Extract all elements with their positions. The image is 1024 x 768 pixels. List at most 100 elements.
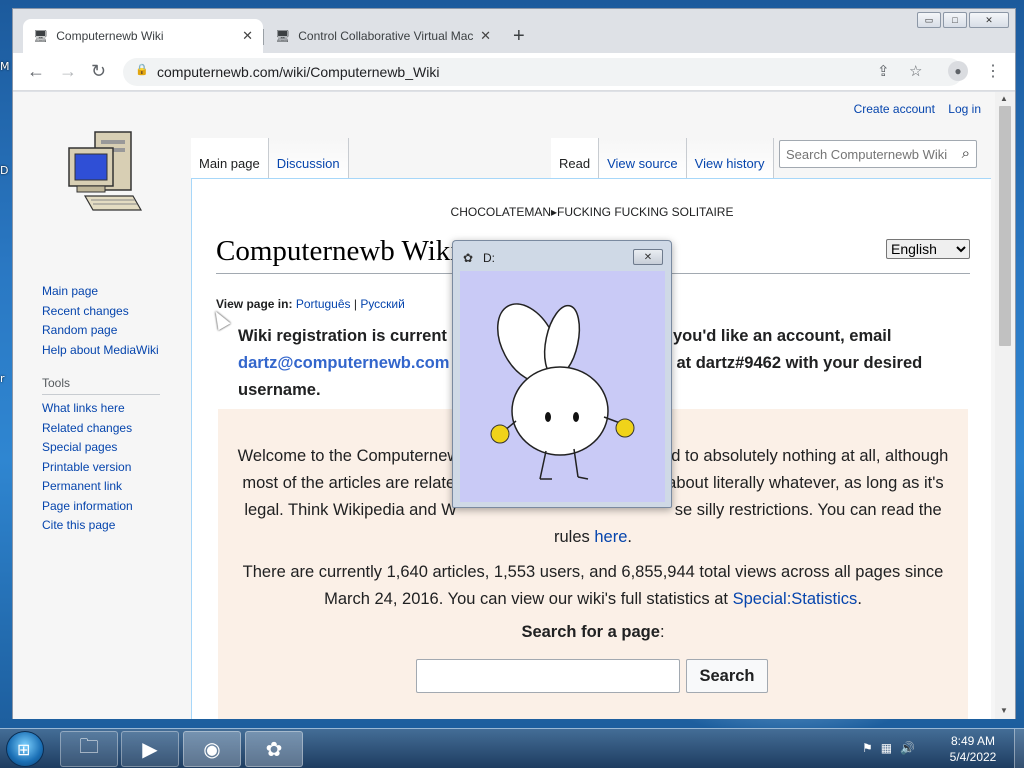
page-search-button[interactable]: Search	[686, 659, 768, 693]
clock-time: 8:49 AM	[950, 734, 996, 748]
reg-text: username.	[238, 381, 321, 399]
favicon-icon: 🖥	[33, 29, 49, 43]
favicon-icon: 🖥	[275, 29, 291, 43]
reg-text: f you'd like an account, email	[662, 327, 892, 345]
welcome-text: most of the articles are relate	[242, 474, 456, 492]
sidebar-item-what-links-here[interactable]: What links here	[42, 399, 192, 419]
tab-view-history[interactable]: View history	[686, 138, 774, 178]
tab-computernewb-wiki[interactable]: 🖥 Computernewb Wiki ✕	[23, 19, 263, 53]
popup-close-button[interactable]: ✕	[633, 249, 663, 265]
scroll-thumb[interactable]	[999, 106, 1011, 346]
volume-icon[interactable]: 🔊	[900, 741, 915, 755]
page-title: Computernewb Wiki	[216, 235, 459, 267]
email-link[interactable]: dartz@computernewb.com	[238, 354, 449, 372]
popup-content	[460, 271, 665, 502]
bunny-icon	[490, 303, 635, 480]
url-text[interactable]: computernewb.com/wiki/Computernewb_Wiki	[157, 64, 439, 80]
page-scrollbar[interactable]: ▲ ▼	[995, 92, 1015, 719]
taskbar: ⊞ 🗀 ▶ ◉ ✿ ⚑ ▦ 🔊 8:49 AM 5/4/2022	[0, 728, 1024, 768]
tab-title: Control Collaborative Virtual Mac	[298, 29, 474, 43]
popup-window[interactable]: ✿ D: ✕	[452, 240, 672, 508]
search-icon[interactable]: ⌕	[962, 145, 970, 162]
lang-link-russian[interactable]: Русский	[360, 297, 405, 311]
sidebar-item-printable-version[interactable]: Printable version	[42, 458, 192, 478]
reload-icon[interactable]: ↻	[91, 61, 106, 82]
tab-control-collaborative[interactable]: 🖥 Control Collaborative Virtual Mac ✕	[265, 19, 501, 53]
tab-view-source[interactable]: View source	[599, 138, 687, 178]
windows-logo-icon: ⊞	[17, 742, 31, 759]
sidebar: Main page Recent changes Random page Hel…	[42, 282, 192, 536]
create-account-link[interactable]: Create account	[854, 102, 935, 116]
stats-text: .	[857, 590, 862, 608]
profile-avatar-icon[interactable]: ●	[948, 61, 968, 81]
view-page-in-label: View page in:	[216, 297, 293, 311]
window-controls: ▭ □ ✕	[917, 12, 1009, 28]
browser-toolbar: ← → ↻ 🔒 computernewb.com/wiki/Computerne…	[13, 53, 1015, 91]
minimize-button[interactable]: ▭	[917, 12, 941, 28]
rules-link[interactable]: here	[594, 528, 627, 546]
forward-arrow-icon[interactable]: →	[59, 61, 77, 82]
close-window-button[interactable]: ✕	[969, 12, 1009, 28]
tab-discussion[interactable]: Discussion	[268, 138, 349, 178]
lang-link-portugues[interactable]: Português	[296, 297, 351, 311]
search-label: Search for a page:	[218, 623, 968, 642]
tab-separator	[263, 29, 264, 45]
sidebar-item-page-information[interactable]: Page information	[42, 497, 192, 517]
desktop-icon-label: r	[0, 372, 5, 385]
show-desktop-button[interactable]	[1014, 729, 1024, 768]
sidebar-item-main-page[interactable]: Main page	[42, 282, 192, 302]
page-search-input[interactable]	[416, 659, 680, 693]
menu-dots-icon[interactable]: ⋮	[985, 61, 1001, 81]
statistics-link[interactable]: Special:Statistics	[733, 590, 858, 608]
scroll-down-icon[interactable]: ▼	[1000, 706, 1008, 715]
search-label-colon: :	[659, 623, 665, 641]
bookmark-star-icon[interactable]: ☆	[909, 62, 922, 80]
sidebar-item-cite-this-page[interactable]: Cite this page	[42, 516, 192, 536]
maximize-button[interactable]: □	[943, 12, 967, 28]
address-bar[interactable]: 🔒 computernewb.com/wiki/Computernewb_Wik…	[123, 58, 963, 86]
welcome-text: .	[627, 528, 632, 546]
bunny-taskbar-icon[interactable]: ✿	[245, 731, 303, 767]
tab-main-page[interactable]: Main page	[191, 138, 269, 178]
clock[interactable]: 8:49 AM 5/4/2022	[936, 733, 1010, 765]
chrome-icon[interactable]: ◉	[183, 731, 241, 767]
share-icon[interactable]: ⇪	[877, 62, 890, 80]
media-player-icon[interactable]: ▶	[121, 731, 179, 767]
reg-text: rd at dartz#9462 with your desired	[655, 354, 923, 372]
welcome-text: d to absolutely nothing at all, although	[671, 447, 949, 465]
sidebar-item-help[interactable]: Help about MediaWiki	[42, 341, 192, 361]
close-tab-icon[interactable]: ✕	[480, 28, 491, 44]
welcome-text: Welcome to the Computernew	[237, 447, 460, 465]
sidebar-item-permanent-link[interactable]: Permanent link	[42, 477, 192, 497]
sidebar-item-recent-changes[interactable]: Recent changes	[42, 302, 192, 322]
clock-date: 5/4/2022	[949, 750, 997, 764]
wiki-logo-computer-icon[interactable]	[63, 128, 143, 214]
reg-text: Wiki registration is current	[238, 327, 447, 345]
namespace-tabs: Main page Discussion	[191, 138, 349, 178]
action-center-flag-icon[interactable]: ⚑	[862, 741, 873, 755]
view-page-in: View page in: Português | Русский	[216, 297, 405, 311]
login-link[interactable]: Log in	[948, 102, 981, 116]
start-button[interactable]: ⊞	[6, 731, 44, 767]
sidebar-tools-heading: Tools	[42, 376, 160, 395]
wiki-search-input[interactable]	[780, 141, 950, 167]
network-icon[interactable]: ▦	[881, 741, 892, 755]
lock-icon: 🔒	[135, 64, 149, 76]
sidebar-item-special-pages[interactable]: Special pages	[42, 438, 192, 458]
stats-paragraph: There are currently 1,640 articles, 1,55…	[218, 559, 968, 613]
desktop-icon-label: D	[0, 164, 9, 177]
sidebar-item-related-changes[interactable]: Related changes	[42, 419, 192, 439]
welcome-text: se silly restrictions. You can read the	[674, 501, 942, 519]
search-label-bold: Search for a page	[521, 623, 660, 641]
language-select[interactable]: English	[886, 239, 970, 259]
wiki-search-box: ⌕	[779, 140, 977, 168]
close-tab-icon[interactable]: ✕	[242, 28, 253, 44]
system-tray: ⚑ ▦ 🔊	[862, 741, 915, 755]
sidebar-item-random-page[interactable]: Random page	[42, 321, 192, 341]
tab-read[interactable]: Read	[551, 138, 600, 178]
welcome-text: rules	[554, 528, 595, 546]
scroll-up-icon[interactable]: ▲	[1000, 94, 1008, 103]
new-tab-icon[interactable]: +	[513, 25, 525, 48]
file-explorer-icon[interactable]: 🗀	[60, 731, 118, 767]
back-arrow-icon[interactable]: ←	[27, 61, 45, 82]
